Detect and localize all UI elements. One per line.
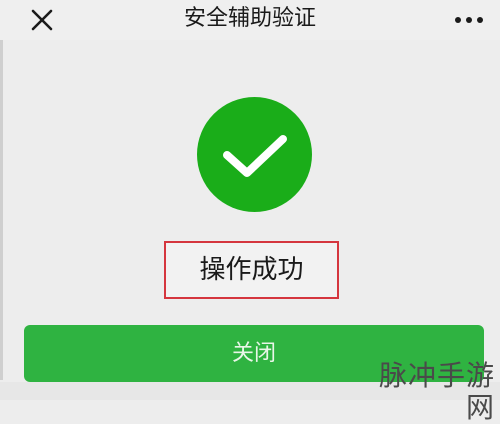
success-check-icon [197, 97, 312, 212]
result-message: 操作成功 [199, 255, 304, 285]
watermark-text: 脉冲手游网 [378, 359, 495, 424]
more-horizontal-icon[interactable] [452, 12, 486, 28]
page-title: 安全辅助验证 [183, 6, 316, 31]
top-bar: 安全辅助验证 [0, 0, 500, 40]
result-message-highlight: 操作成功 [164, 241, 339, 299]
left-edge-shadow [0, 40, 3, 380]
